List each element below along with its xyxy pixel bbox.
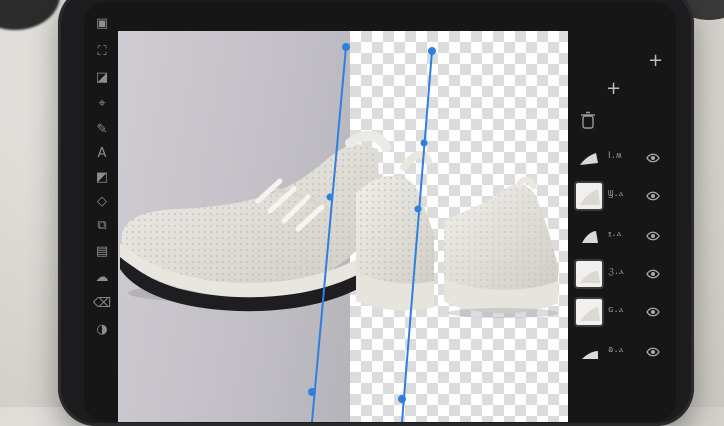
layer-thumbnail[interactable] xyxy=(576,299,602,325)
selection-icon[interactable]: ⌖ xyxy=(92,94,112,114)
shoe-cutout-heel xyxy=(444,176,558,318)
canvas-artwork xyxy=(120,43,558,422)
layer-row[interactable]: ℨ.ⲁ xyxy=(572,259,676,289)
layer-thumbnail[interactable] xyxy=(576,223,602,249)
layer-row[interactable]: Ⅰ.ʍ xyxy=(572,143,676,173)
layers-icon[interactable]: ▣ xyxy=(92,14,112,34)
layers-panel: Ⅰ.ʍ Ϣ.ⲁ ⲝ.ⲁ ℨ.ⲁ ɢ.ⲁ ɷ.ⲁ xyxy=(572,31,676,422)
layer-thumbnail[interactable] xyxy=(576,183,602,209)
layer-label: ⲝ.ⲁ xyxy=(608,229,622,239)
clone-icon[interactable]: ⧉ xyxy=(92,216,112,236)
layer-row[interactable]: Ϣ.ⲁ xyxy=(572,181,676,211)
eye-icon[interactable] xyxy=(646,190,660,202)
layer-label: ℨ.ⲁ xyxy=(608,267,624,277)
eye-icon[interactable] xyxy=(646,268,660,280)
layer-row[interactable]: ⲝ.ⲁ xyxy=(572,221,676,251)
app-screen: ▣ ⛶ ◪ ⌖ ✎ A ◩ ◇ ⧉ ▤ ☁ ⌫ ◑ + + Ⅰ.ʍ Ϣ.ⲁ ⲝ.… xyxy=(84,2,676,422)
layer-thumbnail[interactable] xyxy=(576,339,602,365)
layer-row[interactable]: ɢ.ⲁ xyxy=(572,297,676,327)
eye-icon[interactable] xyxy=(646,306,660,318)
text-icon[interactable]: A xyxy=(92,144,112,164)
layer-label: ɢ.ⲁ xyxy=(608,305,624,315)
brush-icon[interactable]: ✎ xyxy=(92,120,112,140)
shape-icon[interactable]: ◇ xyxy=(92,192,112,212)
eye-icon[interactable] xyxy=(646,152,660,164)
layer-thumbnail[interactable] xyxy=(576,145,602,171)
smudge-icon[interactable]: ☁ xyxy=(92,268,112,288)
transform-icon[interactable]: ◪ xyxy=(92,68,112,88)
eye-icon[interactable] xyxy=(646,346,660,358)
crop-icon[interactable]: ⛶ xyxy=(92,42,112,62)
eye-icon[interactable] xyxy=(646,230,660,242)
layer-label: Ϣ.ⲁ xyxy=(608,189,624,199)
shoe-image xyxy=(120,130,391,312)
adjust-icon[interactable]: ◑ xyxy=(92,320,112,340)
eraser-icon[interactable]: ⌫ xyxy=(92,294,112,314)
layer-label: ɷ.ⲁ xyxy=(608,345,624,355)
mask-icon[interactable]: ◩ xyxy=(92,168,112,188)
fill-icon[interactable]: ▤ xyxy=(92,242,112,262)
layer-label: Ⅰ.ʍ xyxy=(608,151,622,161)
desk-object xyxy=(0,0,60,30)
layer-row[interactable]: ɷ.ⲁ xyxy=(572,337,676,367)
tool-sidebar: ▣ ⛶ ◪ ⌖ ✎ A ◩ ◇ ⧉ ▤ ☁ ⌫ ◑ xyxy=(84,2,122,422)
image-canvas[interactable] xyxy=(118,31,568,422)
trash-icon[interactable] xyxy=(580,111,596,129)
layer-thumbnail[interactable] xyxy=(576,261,602,287)
